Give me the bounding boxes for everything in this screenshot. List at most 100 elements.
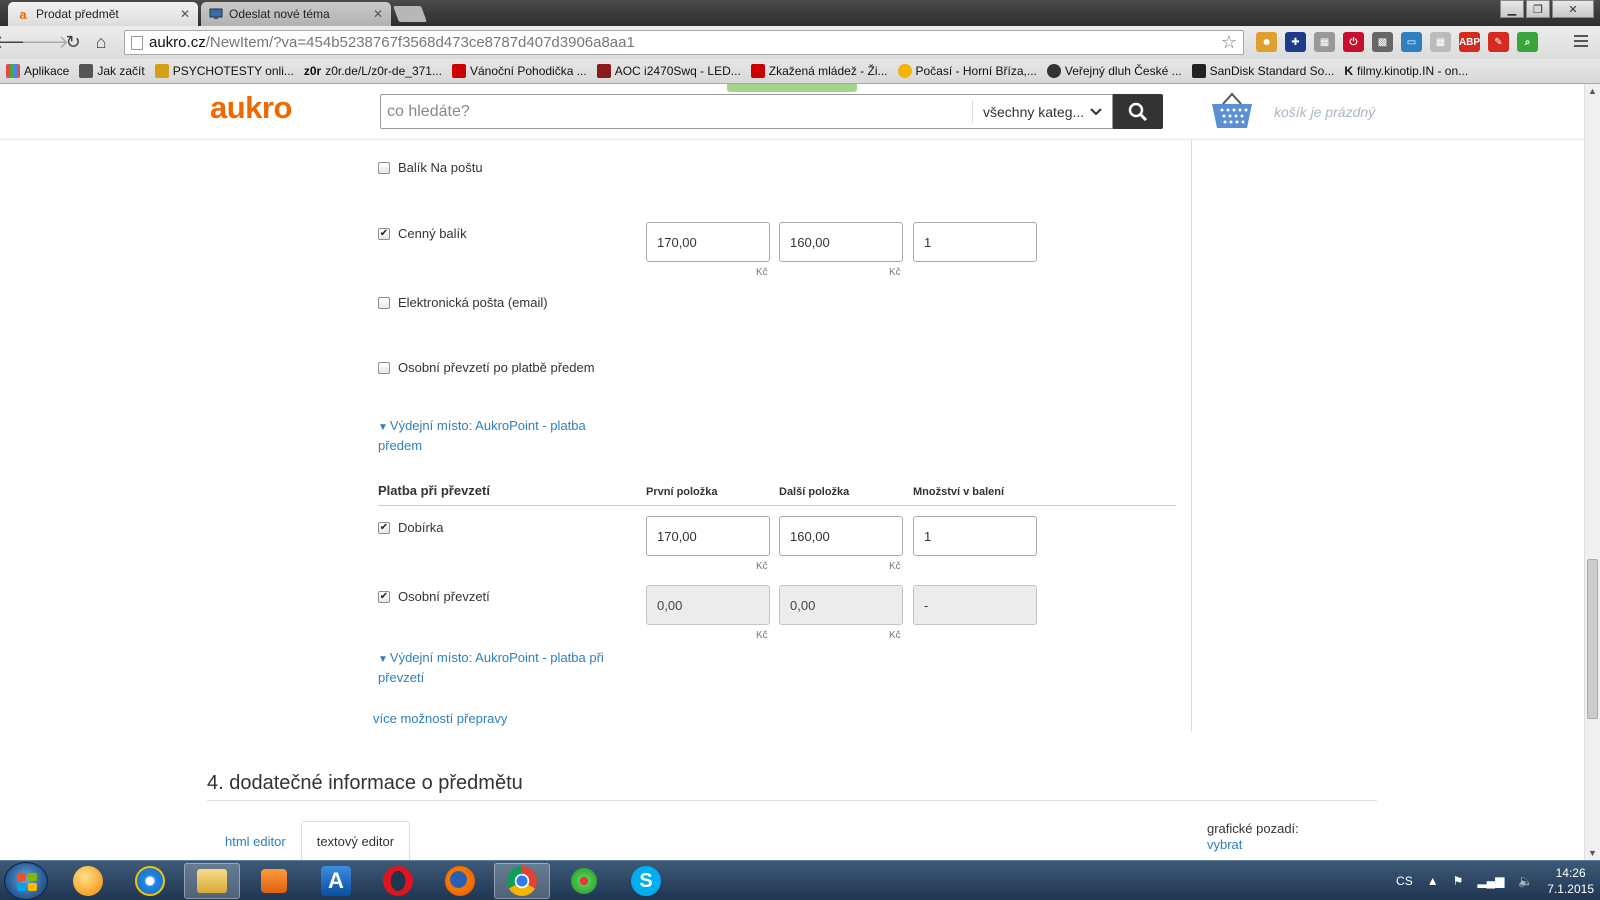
bookmark-aoc[interactable]: AOC i2470Swq - LED... (596, 64, 741, 78)
option-label: Elektronická pošta (email) (398, 295, 548, 310)
extension-ghost-icon[interactable]: ☻ (1256, 32, 1277, 52)
forward-arrow-icon[interactable]: 🡒 (21, 31, 69, 53)
bookmark-vanocni[interactable]: Vánoční Pohodička ... (451, 64, 587, 78)
pickup-point-cod-link[interactable]: ▼ Výdejní místo: AukroPoint - platba při … (378, 649, 628, 687)
choose-background-link[interactable]: vybrat (1207, 837, 1242, 852)
shipping-option-balik-na-postu[interactable]: Balík Na poštu (378, 160, 483, 175)
payment-option-osobni-prevzeti[interactable]: ✔ Osobní převzetí (378, 589, 490, 604)
extension-power-icon[interactable]: ⏻ (1343, 32, 1364, 52)
system-clock[interactable]: 14:26 7.1.2015 (1547, 865, 1594, 897)
close-tab-icon[interactable]: ✕ (180, 7, 190, 21)
currency-unit: Kč (889, 630, 901, 641)
tab-html-editor[interactable]: html editor (210, 821, 301, 860)
windows-logo-icon (17, 873, 37, 891)
close-tab-icon[interactable]: ✕ (373, 7, 383, 21)
cenny-balik-next-price-input[interactable] (779, 222, 903, 262)
volume-icon[interactable]: 🔈 (1518, 874, 1533, 888)
cart-status[interactable]: košík je prázdný (1274, 104, 1375, 120)
page-scrollbar[interactable]: ▲ ▼ (1584, 84, 1600, 860)
bookmark-zkazena[interactable]: Zkažená mládež - Ži... (750, 64, 888, 78)
bookmark-apps[interactable]: Aplikace (6, 64, 69, 78)
home-icon[interactable]: ⌂ (90, 31, 112, 53)
checkbox-unchecked[interactable] (378, 361, 390, 374)
amazon-icon (1191, 64, 1206, 78)
taskbar-internet-explorer[interactable] (122, 863, 178, 899)
new-tab-button[interactable] (393, 6, 427, 22)
tab-prodat-predmet[interactable]: a Prodat předmět ✕ (8, 2, 198, 26)
taskbar-media-player[interactable] (246, 863, 302, 899)
payment-option-dobirka[interactable]: ✔ Dobírka (378, 520, 444, 535)
extension-screen-icon[interactable]: ▭ (1401, 32, 1422, 52)
reload-icon[interactable]: ↻ (62, 31, 84, 53)
start-button[interactable] (4, 862, 48, 900)
dobirka-first-price-input[interactable] (646, 516, 770, 556)
checkbox-checked[interactable]: ✔ (378, 590, 390, 603)
option-label: Dobírka (398, 520, 444, 535)
scrollbar-thumb[interactable] (1587, 559, 1598, 719)
taskbar-chrome[interactable] (494, 863, 550, 899)
checkbox-checked[interactable]: ✔ (378, 227, 390, 240)
tray-expand-icon[interactable]: ▲ (1427, 874, 1439, 888)
aukro-logo[interactable]: aukro (210, 90, 292, 126)
bookmark-kinotip[interactable]: Kfilmy.kinotip.IN - on... (1344, 64, 1468, 78)
currency-unit: Kč (889, 561, 901, 572)
search-button[interactable] (1113, 94, 1163, 129)
tab-odeslat-nove-tema[interactable]: Odeslat nové téma ✕ (201, 2, 391, 26)
browser-toolbar: 🡐 🡒 ↻ ⌂ aukro.cz/NewItem/?va=454b5238767… (0, 26, 1600, 59)
search-input[interactable] (381, 95, 972, 128)
folder-icon (197, 869, 227, 893)
category-select[interactable]: všechny kateg... (972, 100, 1112, 123)
bookmark-pocasi[interactable]: Počasí - Horní Bříza,... (897, 64, 1037, 78)
checkbox-unchecked[interactable] (378, 161, 390, 174)
chevron-down-icon: ▼ (378, 654, 388, 665)
taskbar-file-explorer[interactable] (184, 863, 240, 899)
pickup-point-prepaid-link[interactable]: ▼ Výdejní místo: AukroPoint - platba před… (378, 417, 618, 455)
bookmark-jak-zacit[interactable]: Jak začít (79, 64, 145, 78)
extension-qr-icon[interactable]: ▩ (1372, 32, 1393, 52)
taskbar-icq[interactable] (556, 863, 612, 899)
tab-text-editor[interactable]: textový editor (300, 821, 411, 860)
restore-button[interactable]: ❐ (1526, 0, 1550, 18)
dobirka-next-price-input[interactable] (779, 516, 903, 556)
address-bar[interactable]: aukro.cz/NewItem/?va=454b5238767f3568d47… (124, 30, 1244, 55)
scroll-down-icon[interactable]: ▼ (1588, 848, 1597, 858)
checkbox-unchecked[interactable] (378, 296, 390, 309)
shipping-option-osobni-predem[interactable]: Osobní převzetí po platbě předem (378, 360, 595, 375)
chrome-menu-icon[interactable] (1574, 35, 1588, 50)
bookmark-sandisk[interactable]: SanDisk Standard So... (1191, 64, 1334, 78)
taskbar-firefox[interactable] (432, 863, 488, 899)
aukro-favicon-icon: a (19, 6, 27, 22)
extension-uk-flag-icon[interactable]: ✚ (1285, 32, 1306, 52)
taskbar-app-a[interactable]: A (308, 863, 364, 899)
bookmark-z0r[interactable]: z0r z0r.de/L/z0r-de_371... (304, 64, 442, 78)
section-4-title: 4. dodatečné informace o předmětu (207, 772, 523, 794)
app-a-icon: A (321, 866, 351, 896)
bookmark-psychotesty[interactable]: PSYCHOTESTY onli... (154, 64, 294, 78)
basket-icon[interactable] (1210, 92, 1254, 130)
network-icon[interactable]: ▂▄▆ (1477, 874, 1504, 888)
taskbar-skype[interactable]: S (618, 863, 674, 899)
cenny-balik-first-price-input[interactable] (646, 222, 770, 262)
taskbar-opera[interactable] (370, 863, 426, 899)
dobirka-qty-input[interactable] (913, 516, 1037, 556)
internet-explorer-icon (135, 866, 165, 896)
extension-calendar-icon[interactable]: ▦ (1314, 32, 1335, 52)
scroll-up-icon[interactable]: ▲ (1588, 86, 1597, 96)
bookmark-dluh[interactable]: Veřejný dluh České ... (1046, 64, 1182, 78)
extension-signature-icon[interactable]: ✎ (1488, 32, 1509, 52)
more-shipping-options-link[interactable]: více možností přepravy (373, 710, 507, 728)
shipping-option-email[interactable]: Elektronická pošta (email) (378, 295, 548, 310)
checkbox-checked[interactable]: ✔ (378, 521, 390, 534)
action-center-icon[interactable]: ⚑ (1453, 874, 1464, 888)
close-window-button[interactable]: ✕ (1552, 0, 1594, 18)
taskbar-app-orb[interactable] (60, 863, 116, 899)
monitor-favicon-icon (209, 7, 223, 21)
extension-chat-icon[interactable]: ⌕ (1517, 32, 1538, 52)
bookmark-star-icon[interactable]: ☆ (1221, 32, 1237, 53)
language-indicator[interactable]: CS (1396, 874, 1413, 888)
shipping-option-cenny-balik[interactable]: ✔ Cenný balík (378, 226, 467, 241)
extension-grid-icon[interactable]: ▦ (1430, 32, 1451, 52)
minimize-button[interactable]: ▁ (1500, 0, 1524, 18)
adblock-icon[interactable]: ABP (1459, 32, 1480, 52)
cenny-balik-qty-input[interactable] (913, 222, 1037, 262)
